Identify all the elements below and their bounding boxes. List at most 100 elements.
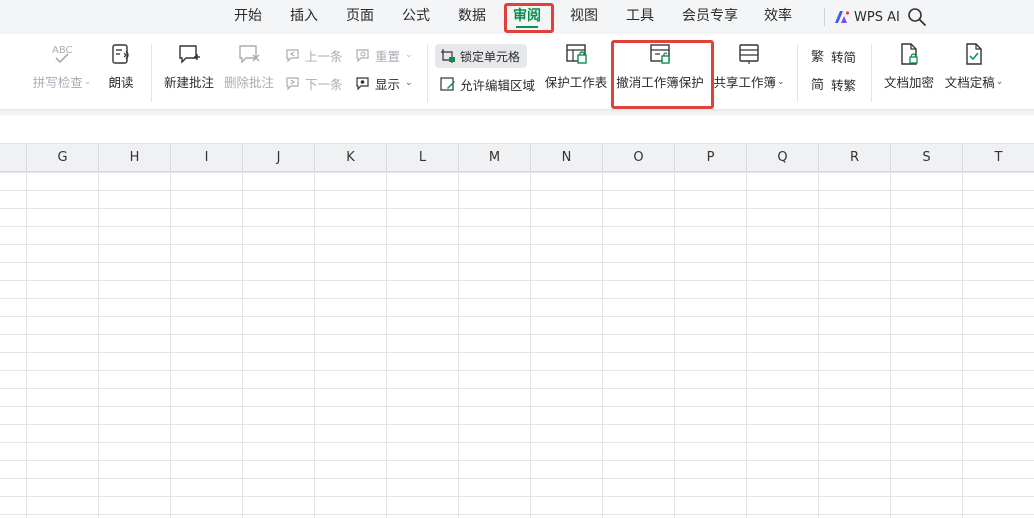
search-button[interactable] [906, 6, 928, 28]
column-header[interactable]: G [26, 144, 98, 172]
share-workbook-icon [739, 44, 759, 64]
menu-divider [824, 8, 825, 26]
grid-line [458, 172, 459, 518]
unprotect-workbook-highlight [611, 40, 714, 109]
tab-formula[interactable]: 公式 [401, 0, 431, 34]
spellcheck-button[interactable]: ABC 拼写检查 ⌄ [32, 42, 92, 91]
column-header[interactable]: H [98, 144, 170, 172]
ribbon-toolbar: ABC 拼写检查 ⌄ 朗读 新建批注 删除批注 上一条 下一条 重置 ⌄ 显示 … [0, 34, 1034, 138]
show-comment-icon [356, 77, 369, 91]
column-header[interactable]: R [818, 144, 890, 172]
delete-comment-button[interactable]: 删除批注 [222, 42, 276, 91]
tab-efficiency[interactable]: 效率 [763, 0, 793, 34]
column-header[interactable]: S [890, 144, 962, 172]
grid-line [890, 172, 891, 518]
read-aloud-label: 朗读 [108, 75, 134, 90]
show-comments-label: 显示 [375, 76, 401, 92]
column-header[interactable]: I [170, 144, 242, 172]
reset-comment-icon [356, 49, 369, 63]
svg-text:繁: 繁 [811, 49, 824, 64]
column-header[interactable]: O [602, 144, 674, 172]
spellcheck-label: 拼写检查 [32, 75, 83, 90]
document-encrypt-button[interactable]: 文档加密 [882, 42, 936, 91]
grid-line [818, 172, 819, 518]
column-header[interactable]: K [314, 144, 386, 172]
to-simplified-label: 转简 [831, 49, 857, 65]
document-finalize-button[interactable]: 文档定稿 ⌄ [942, 42, 1006, 91]
read-aloud-icon [112, 44, 129, 64]
reset-comment-button[interactable]: 重置 ⌄ [355, 45, 413, 65]
next-comment-icon [286, 77, 299, 91]
tab-view[interactable]: 视图 [569, 0, 599, 34]
edit-range-icon [440, 77, 455, 91]
to-simplified-button[interactable]: 繁 转简 [811, 46, 856, 66]
column-header[interactable]: Q [746, 144, 818, 172]
chevron-down-icon: ⌄ [405, 78, 413, 88]
chevron-down-icon: ⌄ [776, 76, 785, 87]
column-header[interactable]: L [386, 144, 458, 172]
document-finalize-icon [966, 43, 982, 65]
grid-line [530, 172, 531, 518]
grid-line [170, 172, 171, 518]
to-traditional-icon: 简 [811, 77, 824, 92]
next-comment-button[interactable]: 下一条 [285, 73, 343, 93]
lock-cells-button[interactable]: 锁定单元格 [440, 46, 520, 66]
review-tab-highlight [504, 3, 554, 33]
group-divider [427, 44, 428, 102]
abc-spellcheck-icon: ABC [52, 45, 73, 64]
column-header[interactable]: J [242, 144, 314, 172]
new-comment-icon [179, 45, 200, 64]
grid-line [26, 172, 27, 518]
new-comment-label: 新建批注 [163, 75, 214, 90]
tab-data[interactable]: 数据 [457, 0, 487, 34]
column-header[interactable]: M [458, 144, 530, 172]
search-icon [908, 8, 926, 26]
grid-line [242, 172, 243, 518]
wps-ai-label: WPS AI [854, 9, 900, 25]
grid-line [674, 172, 675, 518]
grid-line [98, 172, 99, 518]
wps-ai-logo-icon [835, 11, 850, 23]
to-traditional-button[interactable]: 简 转繁 [811, 74, 856, 94]
lock-cell-icon [441, 49, 455, 63]
allow-edit-ranges-button[interactable]: 允许编辑区域 [440, 74, 535, 94]
delete-comment-icon [239, 45, 260, 64]
group-divider [871, 44, 872, 102]
cell-grid[interactable] [0, 172, 1034, 518]
document-encrypt-label: 文档加密 [883, 75, 934, 90]
allow-edit-ranges-label: 允许编辑区域 [460, 77, 536, 93]
column-header[interactable]: P [674, 144, 746, 172]
share-workbook-button[interactable]: 共享工作簿 ⌄ [712, 42, 786, 91]
grid-line [386, 172, 387, 518]
protect-sheet-button[interactable]: 保护工作表 [544, 42, 608, 91]
protect-sheet-icon [566, 44, 587, 64]
to-simplified-icon: 繁 [811, 49, 824, 64]
formula-bar-area[interactable] [0, 116, 1034, 144]
grid-line [962, 172, 963, 518]
show-comments-button[interactable]: 显示 ⌄ [355, 73, 413, 93]
previous-comment-button[interactable]: 上一条 [285, 45, 343, 65]
column-header[interactable]: T [962, 144, 1034, 172]
lock-cells-label: 锁定单元格 [460, 49, 521, 64]
group-divider [151, 44, 152, 102]
svg-text:ABC: ABC [52, 45, 73, 56]
tab-insert[interactable]: 插入 [289, 0, 319, 34]
tab-home[interactable]: 开始 [233, 0, 263, 34]
document-encrypt-icon [901, 43, 918, 65]
read-aloud-button[interactable]: 朗读 [104, 42, 138, 91]
grid-line [314, 172, 315, 518]
new-comment-button[interactable]: 新建批注 [162, 42, 216, 91]
chevron-down-icon: ⌄ [83, 76, 92, 87]
tab-tools[interactable]: 工具 [625, 0, 655, 34]
column-header-row: G H I J K L M N O P Q R S T [0, 144, 1034, 172]
column-header[interactable]: N [530, 144, 602, 172]
to-traditional-label: 转繁 [831, 77, 857, 93]
svg-text:简: 简 [811, 77, 824, 92]
wps-ai-button[interactable]: WPS AI [834, 0, 900, 34]
tab-member[interactable]: 会员专享 [681, 0, 739, 34]
previous-comment-label: 上一条 [305, 48, 343, 64]
grid-line [602, 172, 603, 518]
delete-comment-label: 删除批注 [223, 75, 274, 90]
tab-page[interactable]: 页面 [345, 0, 375, 34]
share-workbook-label: 共享工作簿 [713, 75, 776, 90]
